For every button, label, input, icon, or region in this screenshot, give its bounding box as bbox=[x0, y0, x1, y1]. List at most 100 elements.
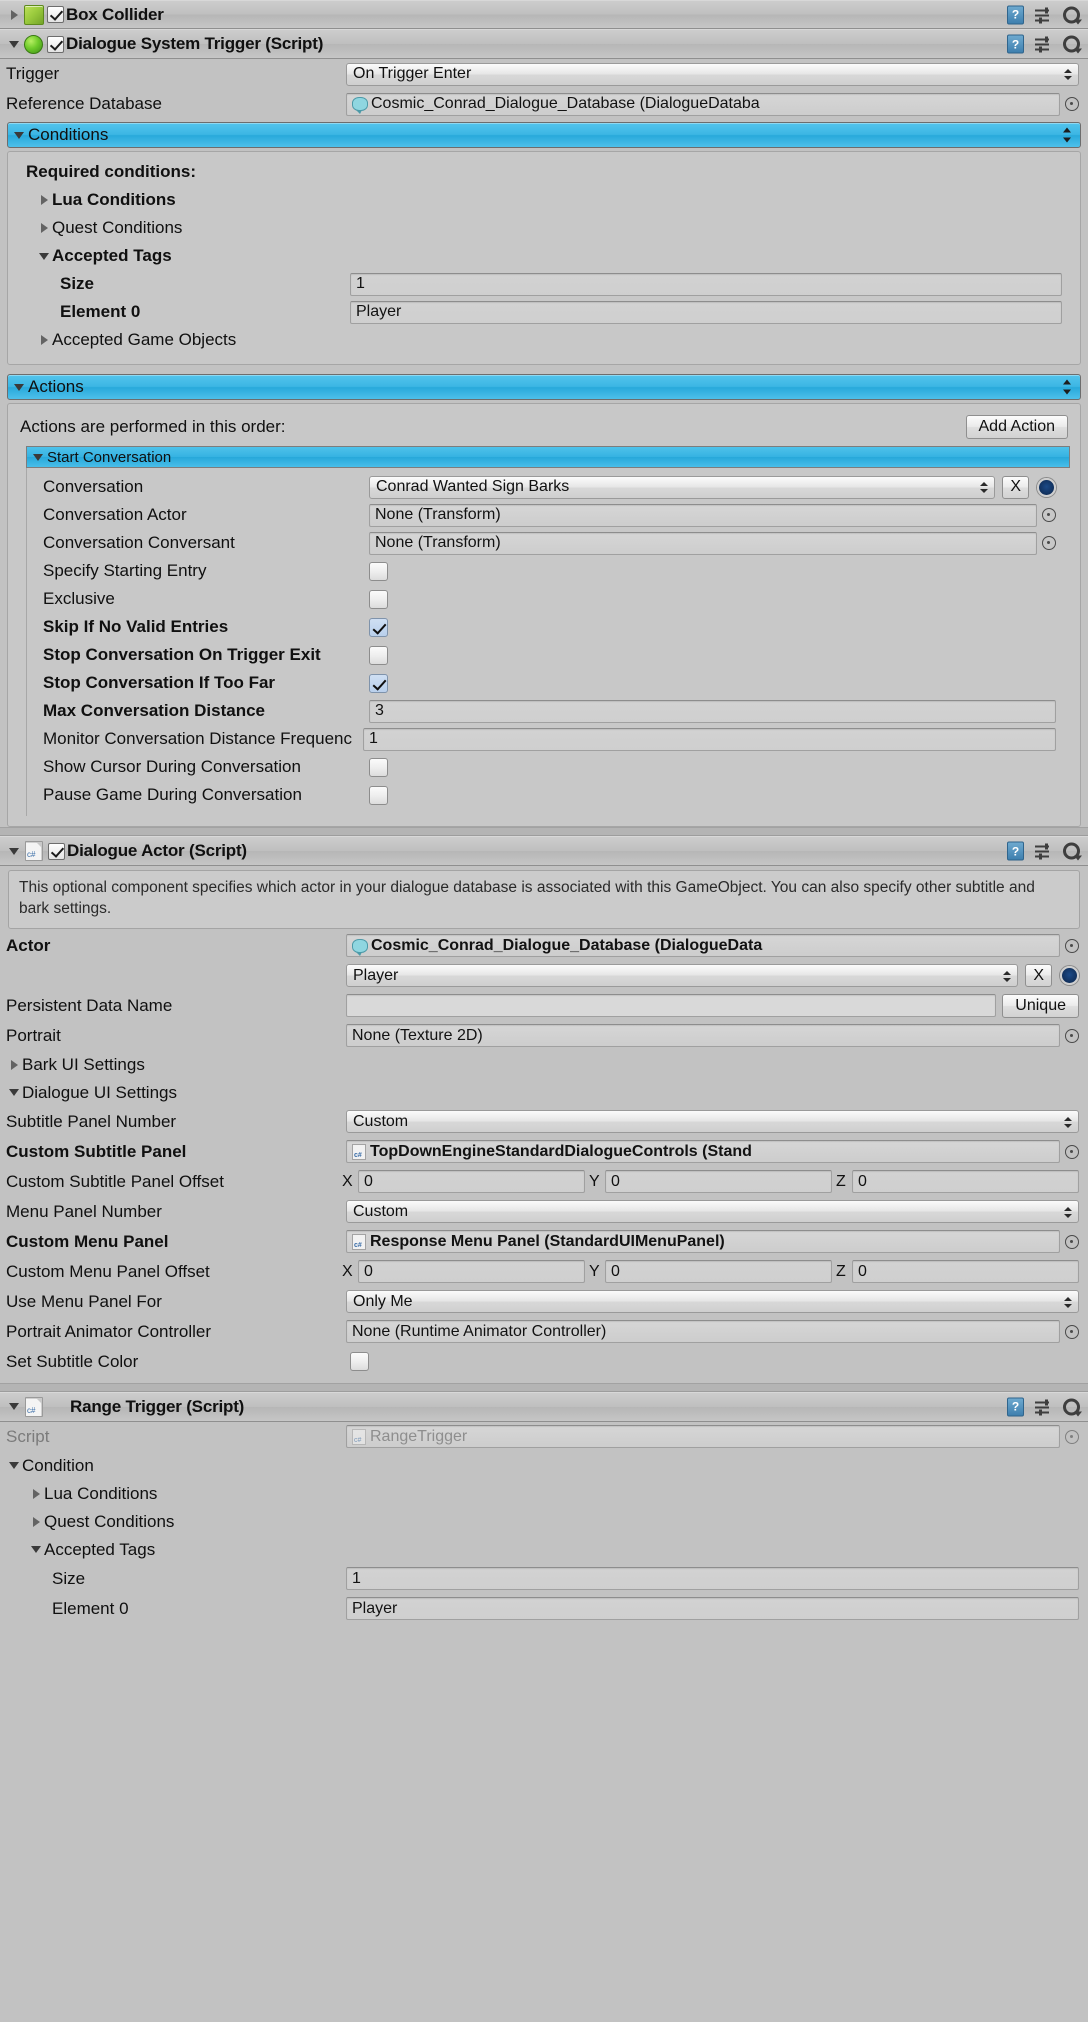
accepted-game-objects-foldout-icon[interactable] bbox=[36, 332, 52, 348]
custom-subtitle-panel-field[interactable]: c# TopDownEngineStandardDialogueControls… bbox=[346, 1140, 1060, 1164]
custom-menu-panel-object-picker[interactable] bbox=[1065, 1234, 1079, 1249]
component-header-dialogue-actor[interactable]: c# Dialogue Actor (Script) ? bbox=[0, 836, 1088, 866]
portrait-object-picker[interactable] bbox=[1065, 1028, 1079, 1043]
portrait-animator-controller-field[interactable]: None (Runtime Animator Controller) bbox=[346, 1320, 1060, 1344]
help-icon[interactable]: ? bbox=[1007, 1397, 1024, 1417]
gear-icon[interactable] bbox=[1063, 1398, 1082, 1417]
help-icon[interactable]: ? bbox=[1007, 841, 1024, 861]
lua-conditions-foldout-icon[interactable] bbox=[36, 192, 52, 208]
start-conversation-header[interactable]: Start Conversation bbox=[26, 446, 1070, 468]
condition-foldout-icon[interactable] bbox=[6, 1458, 22, 1474]
dialogue-actor-enabled-checkbox[interactable] bbox=[48, 842, 65, 860]
accepted-tags-element0-input[interactable]: Player bbox=[350, 300, 1062, 324]
conversation-actor-field[interactable]: None (Transform) bbox=[369, 503, 1037, 527]
row-bark-ui-settings[interactable]: Bark UI Settings bbox=[0, 1051, 1088, 1079]
reference-database-object-picker[interactable] bbox=[1065, 97, 1079, 111]
actor-object-picker[interactable] bbox=[1065, 938, 1079, 953]
skip-if-no-valid-entries-checkbox[interactable] bbox=[369, 617, 388, 637]
stop-conversation-if-too-far-checkbox[interactable] bbox=[369, 673, 388, 693]
custom-menu-panel-offset-x[interactable]: 0 bbox=[358, 1260, 585, 1284]
actor-field[interactable]: Cosmic_Conrad_Dialogue_Database (Dialogu… bbox=[346, 934, 1060, 958]
preset-icon[interactable] bbox=[1035, 1398, 1052, 1416]
help-icon[interactable]: ? bbox=[1007, 5, 1024, 24]
start-conversation-foldout-icon[interactable] bbox=[33, 453, 43, 461]
quest-conditions-foldout-icon[interactable] bbox=[36, 220, 52, 236]
conditions-section-header[interactable]: Conditions bbox=[7, 122, 1081, 148]
dialogue-system-trigger-enabled-checkbox[interactable] bbox=[47, 35, 64, 53]
row-condition[interactable]: Condition bbox=[0, 1452, 1088, 1480]
specify-starting-entry-checkbox[interactable] bbox=[369, 561, 388, 581]
stop-conversation-on-trigger-exit-checkbox[interactable] bbox=[369, 645, 388, 665]
component-header-box-collider[interactable]: Box Collider ? bbox=[0, 0, 1088, 29]
bark-ui-settings-foldout-icon[interactable] bbox=[6, 1057, 22, 1073]
accepted-tags-foldout-icon[interactable] bbox=[28, 1542, 44, 1558]
conversation-conversant-object-picker[interactable] bbox=[1042, 536, 1056, 550]
row-dialogue-ui-settings[interactable]: Dialogue UI Settings bbox=[0, 1079, 1088, 1107]
box-collider-enabled-checkbox[interactable] bbox=[47, 6, 64, 23]
subtitle-panel-number-dropdown[interactable]: Custom bbox=[346, 1110, 1079, 1134]
help-icon[interactable]: ? bbox=[1007, 34, 1024, 54]
portrait-field[interactable]: None (Texture 2D) bbox=[346, 1024, 1060, 1048]
actor-clear-button[interactable]: X bbox=[1025, 964, 1052, 988]
dialogue-system-trigger-foldout-icon[interactable] bbox=[6, 36, 22, 52]
actor-name-dropdown[interactable]: Player bbox=[346, 964, 1019, 988]
add-action-button[interactable]: Add Action bbox=[965, 415, 1068, 439]
conversation-conversant-field[interactable]: None (Transform) bbox=[369, 531, 1037, 555]
accepted-tags-size-input[interactable]: 1 bbox=[350, 272, 1062, 296]
row-range-lua-conditions[interactable]: Lua Conditions bbox=[0, 1480, 1088, 1508]
custom-menu-panel-offset-z[interactable]: 0 bbox=[852, 1260, 1079, 1284]
custom-menu-panel-field[interactable]: c# Response Menu Panel (StandardUIMenuPa… bbox=[346, 1230, 1060, 1254]
conversation-dropdown[interactable]: Conrad Wanted Sign Barks bbox=[369, 475, 996, 499]
actions-reorder-icon[interactable] bbox=[1063, 379, 1072, 396]
use-menu-panel-for-dropdown[interactable]: Only Me bbox=[346, 1290, 1079, 1314]
gear-icon[interactable] bbox=[1063, 35, 1082, 54]
pause-game-checkbox[interactable] bbox=[369, 785, 388, 805]
unique-button[interactable]: Unique bbox=[1002, 993, 1079, 1018]
quest-conditions-foldout-icon[interactable] bbox=[28, 1514, 44, 1530]
range-accepted-tags-element0-input[interactable]: Player bbox=[346, 1597, 1079, 1621]
component-header-range-trigger[interactable]: c# Range Trigger (Script) ? bbox=[0, 1391, 1088, 1422]
dialogue-ui-settings-foldout-icon[interactable] bbox=[6, 1085, 22, 1101]
custom-subtitle-panel-offset-y[interactable]: 0 bbox=[605, 1170, 832, 1194]
conditions-reorder-icon[interactable] bbox=[1063, 127, 1072, 144]
actions-section-header[interactable]: Actions bbox=[7, 374, 1081, 400]
persistent-data-name-input[interactable] bbox=[346, 994, 997, 1018]
menu-panel-number-dropdown[interactable]: Custom bbox=[346, 1200, 1079, 1224]
exclusive-checkbox[interactable] bbox=[369, 589, 388, 609]
custom-subtitle-panel-offset-x[interactable]: 0 bbox=[358, 1170, 585, 1194]
conversation-picker-button[interactable] bbox=[1037, 477, 1056, 497]
portrait-animator-controller-object-picker[interactable] bbox=[1065, 1324, 1079, 1339]
lua-conditions-row[interactable]: Lua Conditions bbox=[8, 186, 1080, 214]
actions-foldout-icon[interactable] bbox=[14, 383, 24, 391]
accepted-tags-foldout-icon[interactable] bbox=[36, 248, 52, 264]
gear-icon[interactable] bbox=[1063, 842, 1082, 861]
component-header-dialogue-system-trigger[interactable]: Dialogue System Trigger (Script) ? bbox=[0, 29, 1088, 59]
custom-subtitle-panel-object-picker[interactable] bbox=[1065, 1144, 1079, 1159]
row-range-quest-conditions[interactable]: Quest Conditions bbox=[0, 1508, 1088, 1536]
lua-conditions-foldout-icon[interactable] bbox=[28, 1486, 44, 1502]
custom-subtitle-panel-offset-z[interactable]: 0 bbox=[852, 1170, 1079, 1194]
preset-icon[interactable] bbox=[1035, 36, 1052, 53]
trigger-dropdown[interactable]: On Trigger Enter bbox=[346, 62, 1079, 86]
set-subtitle-color-checkbox[interactable] bbox=[350, 1352, 369, 1372]
range-accepted-tags-size-input[interactable]: 1 bbox=[346, 1567, 1079, 1591]
dialogue-actor-foldout-icon[interactable] bbox=[6, 843, 22, 859]
quest-conditions-row[interactable]: Quest Conditions bbox=[8, 214, 1080, 242]
range-trigger-foldout-icon[interactable] bbox=[6, 1399, 22, 1415]
conditions-foldout-icon[interactable] bbox=[14, 131, 24, 139]
reference-database-field[interactable]: Cosmic_Conrad_Dialogue_Database (Dialogu… bbox=[346, 92, 1060, 116]
gear-icon[interactable] bbox=[1063, 6, 1082, 24]
accepted-tags-row[interactable]: Accepted Tags bbox=[8, 242, 1080, 270]
conversation-clear-button[interactable]: X bbox=[1002, 475, 1029, 499]
show-cursor-checkbox[interactable] bbox=[369, 757, 388, 777]
accepted-game-objects-row[interactable]: Accepted Game Objects bbox=[8, 326, 1080, 354]
custom-menu-panel-offset-y[interactable]: 0 bbox=[605, 1260, 832, 1284]
actor-picker-button[interactable] bbox=[1060, 966, 1079, 986]
monitor-distance-frequency-input[interactable]: 1 bbox=[363, 727, 1056, 751]
conversation-actor-object-picker[interactable] bbox=[1042, 508, 1056, 522]
preset-icon[interactable] bbox=[1035, 843, 1052, 860]
box-collider-foldout-icon[interactable] bbox=[6, 7, 22, 23]
preset-icon[interactable] bbox=[1035, 6, 1052, 23]
row-range-accepted-tags[interactable]: Accepted Tags bbox=[0, 1536, 1088, 1564]
max-conversation-distance-input[interactable]: 3 bbox=[369, 699, 1056, 723]
